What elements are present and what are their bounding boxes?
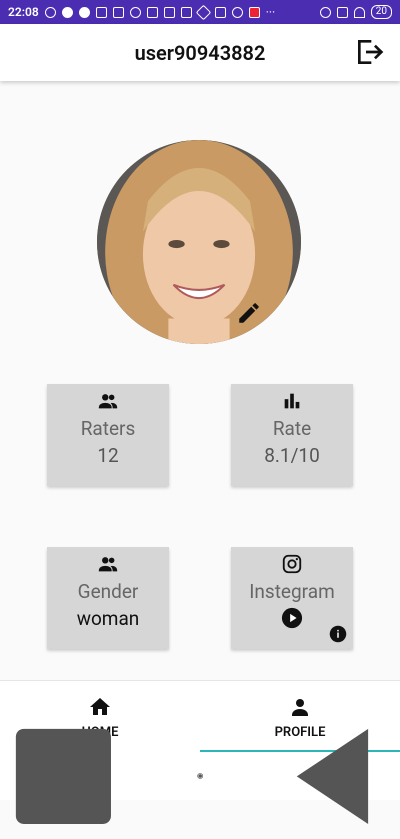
notification-icons: ···: [44, 4, 276, 20]
instagram-card[interactable]: Instegram: [231, 547, 353, 649]
calendar-icon: [248, 6, 260, 18]
bar-chart-icon: [284, 393, 300, 409]
alarm-icon: [319, 6, 331, 18]
avatar-image: [97, 140, 301, 344]
gender-card: Gender woman: [47, 547, 169, 649]
status-time: 22:08: [8, 5, 39, 19]
binance-icon: [195, 4, 211, 20]
username-title: user90943882: [134, 40, 266, 65]
system-navigation-bar: [0, 728, 400, 824]
printer-icon: [95, 6, 107, 18]
rate-label: Rate: [272, 417, 312, 440]
storage-icon: [214, 6, 226, 18]
instagram-icon: [282, 554, 302, 574]
raters-value: 12: [97, 444, 119, 467]
vibrate-icon: [336, 6, 348, 18]
battery-indicator: 20: [370, 5, 392, 19]
gender-label: Gender: [77, 580, 139, 603]
pinterest-icon: [129, 6, 141, 18]
raters-label: Raters: [80, 417, 136, 440]
rate-card: Rate 8.1/10: [231, 384, 353, 486]
profile-avatar[interactable]: [97, 140, 301, 344]
upload-icon: [163, 6, 175, 18]
back-icon[interactable]: [273, 713, 400, 839]
edit-photo-icon[interactable]: [236, 300, 262, 326]
tiktok-icon: [112, 6, 124, 18]
recents-icon[interactable]: [0, 713, 127, 839]
instagram-label: Instegram: [249, 580, 335, 603]
system-status: 20: [319, 5, 392, 19]
status-bar: 22:08 ··· 20: [0, 0, 400, 24]
gender-value: woman: [76, 607, 140, 630]
group-icon: [98, 394, 118, 409]
info-icon[interactable]: [329, 625, 347, 643]
download-icon: [180, 6, 192, 18]
circle-icon: [61, 6, 73, 18]
play-icon[interactable]: [281, 607, 303, 629]
message-icon: [146, 6, 158, 18]
app-bar: user90943882: [0, 24, 400, 81]
rate-value: 8.1/10: [264, 444, 320, 467]
logout-icon[interactable]: [354, 36, 386, 68]
more-icon: ···: [265, 5, 276, 19]
raters-card: Raters 12: [47, 384, 169, 486]
home-button-icon[interactable]: [197, 766, 203, 786]
wifi-icon: [353, 6, 365, 18]
whatsapp-icon: [44, 6, 56, 18]
app-icon: [231, 6, 243, 18]
group-icon: [98, 557, 118, 572]
circle-icon: [78, 6, 90, 18]
